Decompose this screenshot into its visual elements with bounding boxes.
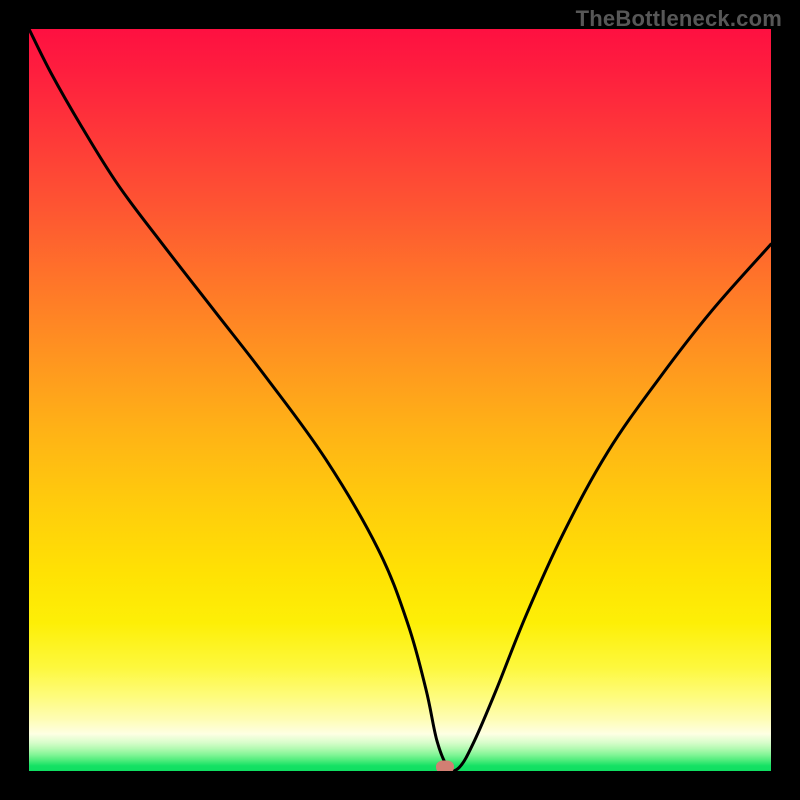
optimal-point-marker — [436, 761, 454, 771]
plot-area — [29, 29, 771, 771]
watermark-text: TheBottleneck.com — [576, 6, 782, 32]
curve-layer — [29, 29, 771, 771]
chart-frame: TheBottleneck.com — [0, 0, 800, 800]
bottleneck-curve — [29, 29, 771, 771]
